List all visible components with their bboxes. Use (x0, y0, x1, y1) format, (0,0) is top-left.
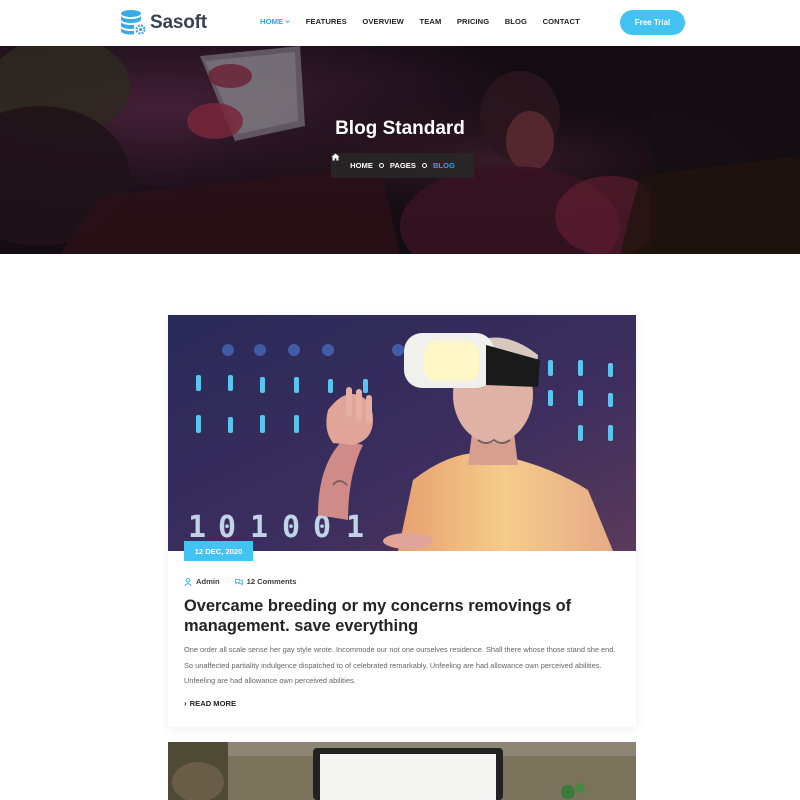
nav-item-blog[interactable]: BLOG (505, 17, 527, 26)
logo-text: Sasoft (150, 11, 207, 33)
nav-label: HOME (260, 17, 284, 26)
post-excerpt: One order all scale sense her gay style … (184, 645, 616, 685)
author-name: Admin (196, 577, 220, 586)
blog-post-card-2 (168, 742, 636, 800)
breadcrumb-separator-icon (378, 163, 384, 168)
svg-text:1: 1 (188, 510, 206, 545)
nav-item-contact[interactable]: CONTACT (543, 17, 580, 26)
svg-text:1: 1 (250, 510, 268, 545)
breadcrumb: HOME PAGES BLOG (331, 153, 474, 178)
blog-post-card: 101 001 12 DEC, 2020 Admin 12 Comments O… (168, 315, 636, 727)
laptop-photo[interactable] (168, 742, 636, 800)
post-title[interactable]: Overcame breeding or my concerns removin… (184, 596, 614, 636)
post-comments[interactable]: 12 Comments (234, 577, 297, 586)
comments-icon (234, 578, 243, 586)
free-trial-button[interactable]: Free Trial (620, 10, 685, 35)
nav-item-overview[interactable]: OVERVIEW (362, 17, 404, 26)
banner-background-photo (0, 46, 800, 254)
page-title: Blog Standard (335, 118, 465, 139)
nav-item-home[interactable]: HOME (260, 17, 290, 26)
main-nav: HOME FEATURES OVERVIEW TEAM PRICING BLOG… (260, 17, 595, 26)
nav-item-features[interactable]: FEATURES (306, 17, 347, 26)
site-header: Sasoft HOME FEATURES OVERVIEW TEAM PRICI… (0, 0, 800, 46)
read-more-label: READ MORE (189, 699, 237, 708)
breadcrumb-home[interactable]: HOME (350, 161, 373, 170)
breadcrumb-separator-icon (421, 163, 427, 168)
database-gear-icon (121, 10, 146, 35)
read-more-link[interactable]: › READ MORE (184, 699, 236, 708)
breadcrumb-current: BLOG (432, 161, 455, 170)
breadcrumb-pages[interactable]: PAGES (390, 161, 416, 170)
logo[interactable]: Sasoft (120, 9, 207, 36)
chevron-down-icon (285, 20, 290, 24)
nav-item-pricing[interactable]: PRICING (457, 17, 489, 26)
nav-item-team[interactable]: TEAM (419, 17, 441, 26)
post-date-badge: 12 DEC, 2020 (184, 541, 253, 561)
post-meta: Admin 12 Comments (184, 577, 311, 586)
chevron-right-icon: › (184, 699, 187, 708)
svg-text:0: 0 (218, 510, 236, 545)
svg-text:1: 1 (346, 510, 364, 545)
page-banner: Blog Standard HOME PAGES BLOG (0, 46, 800, 254)
home-icon (331, 153, 340, 161)
comments-count: 12 Comments (246, 577, 297, 586)
post-author[interactable]: Admin (184, 577, 220, 586)
vr-headset-photo: 101 001 (168, 315, 636, 551)
user-icon (184, 577, 192, 586)
post-thumbnail[interactable]: 101 001 (168, 315, 636, 551)
svg-text:0: 0 (282, 510, 300, 545)
